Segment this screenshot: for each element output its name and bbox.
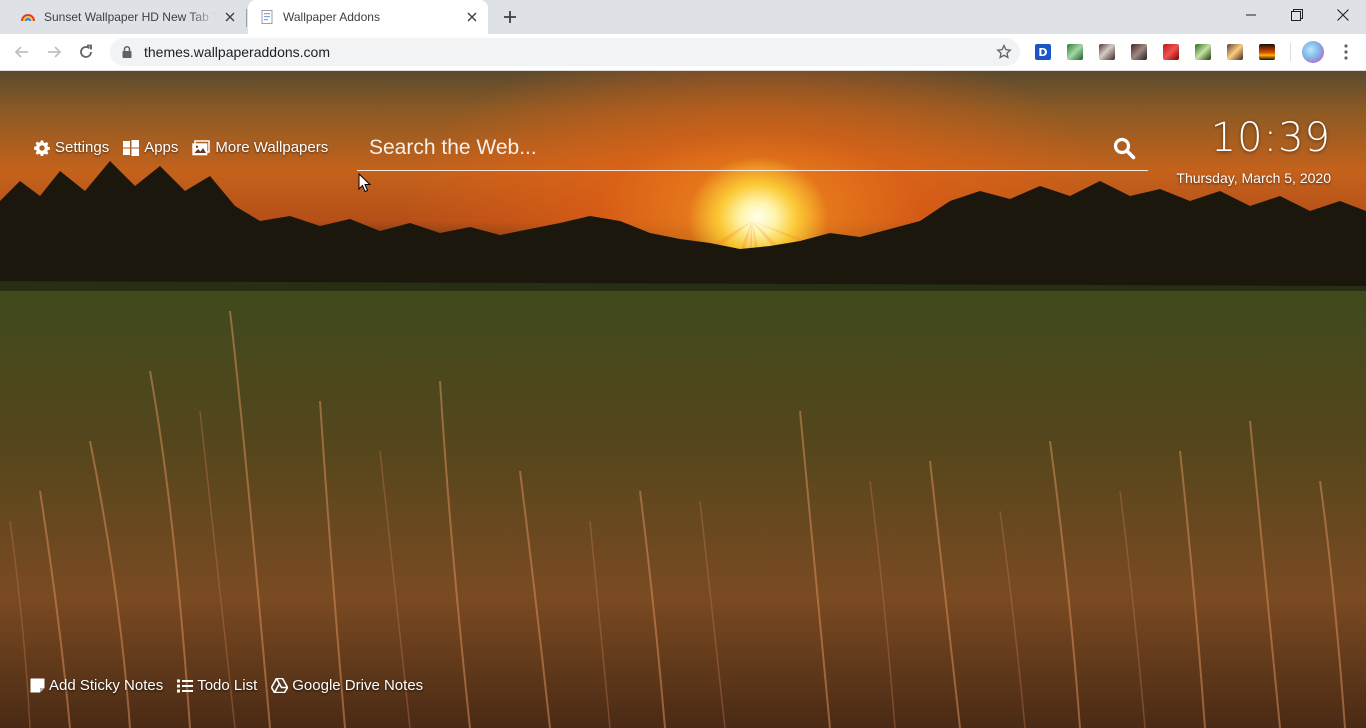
minimize-button[interactable] xyxy=(1228,0,1274,30)
toolbar-divider xyxy=(1290,43,1291,61)
plus-icon xyxy=(504,11,516,23)
restore-icon xyxy=(1291,9,1303,21)
minimize-icon xyxy=(1246,14,1256,16)
todo-list-label: Todo List xyxy=(197,677,258,694)
lock-icon xyxy=(122,45,132,58)
apps-label: Apps xyxy=(144,139,179,156)
top-nav: Settings Apps More Wallpapers xyxy=(34,139,342,156)
star-icon[interactable] xyxy=(996,44,1012,60)
mouse-cursor-icon xyxy=(358,173,372,193)
sticky-note-icon xyxy=(30,678,45,693)
tab-wallpaper-addons[interactable]: Wallpaper Addons xyxy=(248,0,488,34)
reload-button[interactable] xyxy=(72,38,100,66)
restore-button[interactable] xyxy=(1274,0,1320,30)
more-wallpapers-link[interactable]: More Wallpapers xyxy=(192,139,328,156)
windows-apps-icon xyxy=(123,139,140,156)
clock-time: 10:39 xyxy=(1210,115,1331,161)
extension-icon[interactable] xyxy=(1227,44,1243,60)
more-wallpapers-label: More Wallpapers xyxy=(215,139,329,156)
grass-field xyxy=(0,291,1366,728)
bottom-nav: Add Sticky Notes Todo List Google Drive … xyxy=(30,677,437,694)
tab-strip: Sunset Wallpaper HD New Tab Theme Wallpa… xyxy=(0,0,1366,34)
apps-link[interactable]: Apps xyxy=(123,139,178,156)
google-drive-icon xyxy=(271,678,289,693)
extension-icon[interactable] xyxy=(1259,44,1275,60)
close-icon xyxy=(1337,9,1349,21)
extension-icon[interactable] xyxy=(1099,44,1115,60)
list-icon xyxy=(177,679,194,692)
more-vertical-icon xyxy=(1344,44,1348,60)
profile-avatar[interactable] xyxy=(1302,41,1324,63)
address-bar[interactable]: themes.wallpaperaddons.com xyxy=(110,38,1020,66)
forward-button[interactable] xyxy=(40,38,68,66)
web-search xyxy=(357,127,1148,171)
settings-label: Settings xyxy=(55,139,110,156)
clock-date: Thursday, March 5, 2020 xyxy=(1176,170,1331,186)
settings-link[interactable]: Settings xyxy=(34,139,109,156)
todo-list-link[interactable]: Todo List xyxy=(177,677,257,694)
close-window-button[interactable] xyxy=(1320,0,1366,30)
google-drive-notes-link[interactable]: Google Drive Notes xyxy=(271,677,423,694)
new-tab-button[interactable] xyxy=(498,5,522,29)
rainbow-icon xyxy=(21,14,35,22)
browser-menu-button[interactable] xyxy=(1334,40,1358,64)
google-drive-notes-label: Google Drive Notes xyxy=(292,677,424,694)
extension-d-icon[interactable]: D xyxy=(1035,44,1051,60)
search-input[interactable] xyxy=(369,135,1089,161)
extension-icon[interactable] xyxy=(1195,44,1211,60)
extension-icon[interactable] xyxy=(1067,44,1083,60)
arrow-right-icon xyxy=(48,46,62,58)
reload-icon xyxy=(80,44,92,58)
tab-title: Wallpaper Addons xyxy=(283,10,380,24)
tab-title: Sunset Wallpaper HD New Tab Theme xyxy=(44,10,216,24)
images-icon xyxy=(192,139,211,155)
arrow-left-icon xyxy=(14,46,28,58)
sticky-notes-label: Add Sticky Notes xyxy=(49,677,164,694)
browser-toolbar: themes.wallpaperaddons.com D xyxy=(0,34,1366,71)
tab-divider xyxy=(246,9,247,27)
gear-icon xyxy=(34,140,50,156)
close-tab-icon[interactable] xyxy=(464,9,480,25)
back-button[interactable] xyxy=(8,38,36,66)
extension-icon[interactable] xyxy=(1131,44,1147,60)
tab-sunset-wallpaper[interactable]: Sunset Wallpaper HD New Tab Theme xyxy=(0,0,246,34)
url-text: themes.wallpaperaddons.com xyxy=(144,44,330,60)
document-icon xyxy=(261,10,273,24)
extension-icon[interactable] xyxy=(1163,44,1179,60)
wallpaper-new-tab-page: Settings Apps More Wallpapers Search the… xyxy=(0,71,1366,728)
sticky-notes-link[interactable]: Add Sticky Notes xyxy=(30,677,163,694)
search-icon[interactable] xyxy=(1112,136,1136,160)
close-tab-icon[interactable] xyxy=(222,9,238,25)
